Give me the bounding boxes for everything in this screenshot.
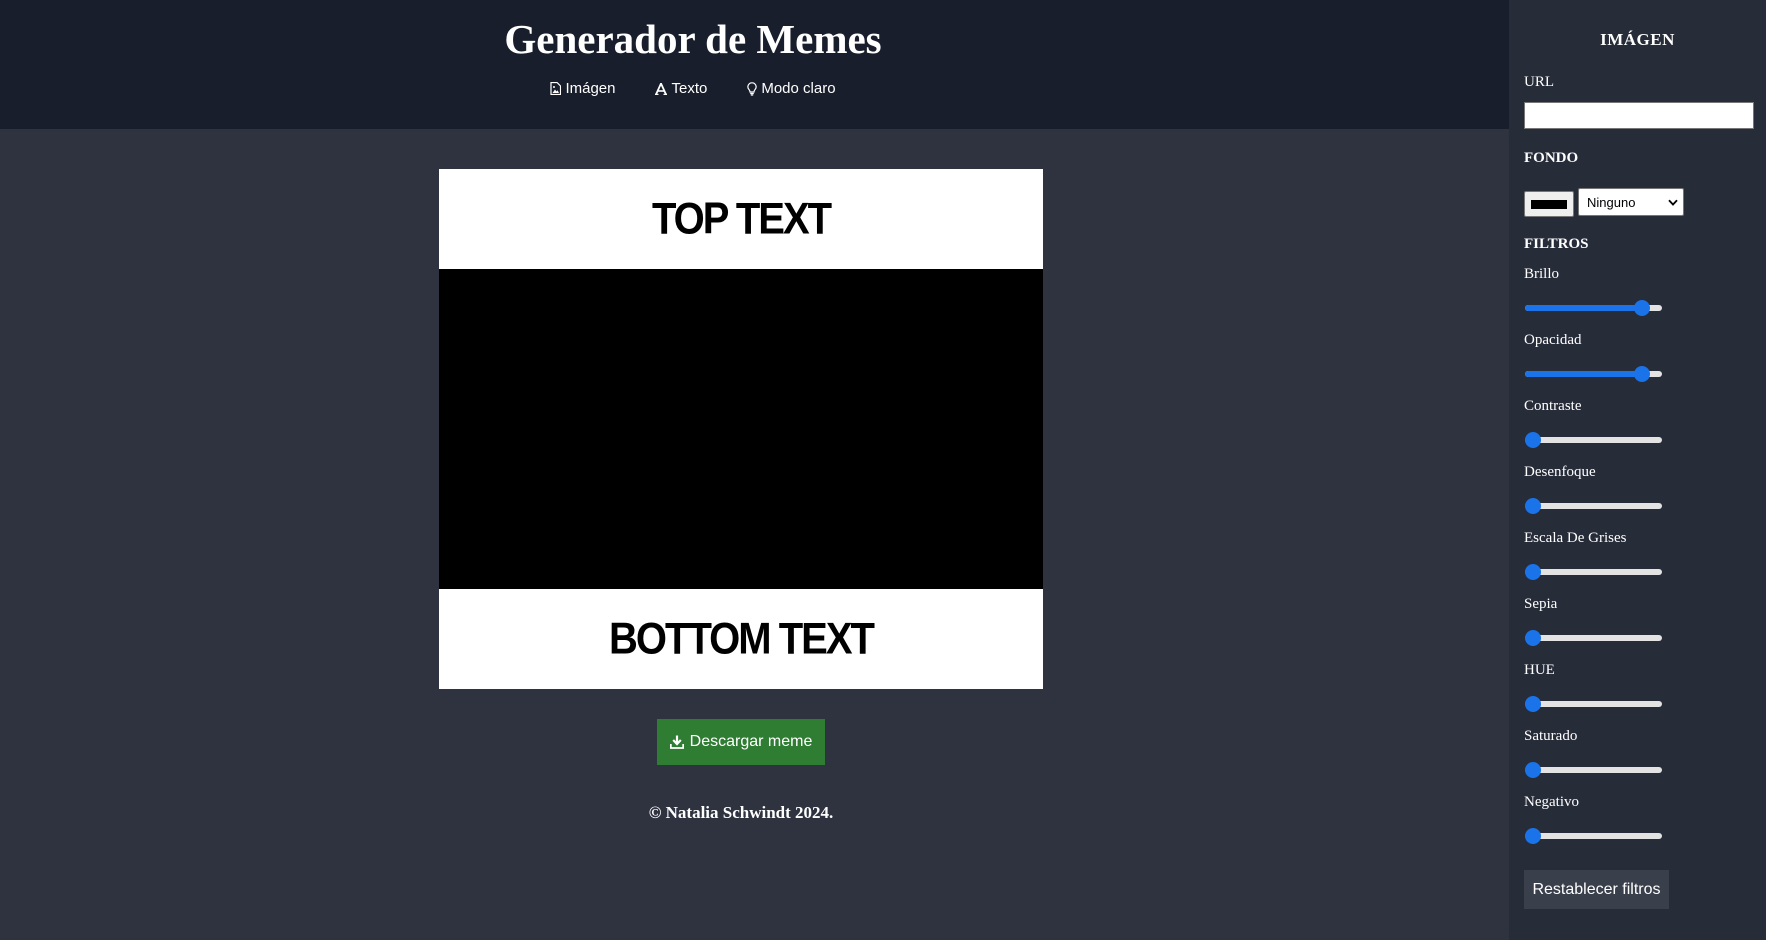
slider-thumb[interactable]: [1525, 828, 1541, 844]
filter-label-3: Desenfoque: [1524, 464, 1596, 480]
slider-fill: [1525, 305, 1642, 311]
text-a-icon: [655, 82, 668, 95]
app-title: Generador de Memes: [504, 16, 882, 62]
nav-item-modo-claro[interactable]: Modo claro: [747, 80, 836, 97]
filter-slider-7[interactable]: [1525, 762, 1662, 778]
filter-slider-5[interactable]: [1525, 630, 1662, 646]
image-panel: IMÁGEN URL FONDO Ninguno FILTROS Brillo O…: [1509, 0, 1766, 940]
meme-top-text-box: TOP TEXT: [439, 169, 1043, 269]
slider-track: [1525, 635, 1662, 641]
color-swatch: [1531, 199, 1567, 209]
image-file-icon: [550, 82, 562, 95]
meme-bottom-text: BOTTOM TEXT: [609, 613, 875, 664]
slider-thumb[interactable]: [1525, 564, 1541, 580]
filter-slider-8[interactable]: [1525, 828, 1662, 844]
blend-mode-select[interactable]: Ninguno: [1578, 188, 1684, 216]
footer-copyright: © Natalia Schwindt 2024.: [648, 803, 834, 822]
filter-slider-6[interactable]: [1525, 696, 1662, 712]
url-input[interactable]: [1524, 102, 1754, 129]
reset-filters-button[interactable]: Restablecer filtros: [1524, 870, 1669, 909]
slider-track: [1525, 503, 1662, 509]
filter-slider-3[interactable]: [1525, 498, 1662, 514]
nav-item-label: Modo claro: [761, 80, 836, 97]
slider-track: [1525, 569, 1662, 575]
header: Generador de Memes Imágen Texto Modo cla: [0, 0, 1509, 129]
meme-canvas: TOP TEXT BOTTOM TEXT: [439, 169, 1043, 689]
meme-image: [439, 269, 1043, 589]
filter-label-5: Sepia: [1524, 596, 1558, 612]
background-color-picker[interactable]: [1524, 191, 1574, 217]
background-label: FONDO: [1524, 150, 1579, 166]
nav-item-label: Imágen: [565, 80, 616, 97]
nav-item-label: Texto: [671, 80, 708, 97]
filter-label-6: HUE: [1524, 662, 1555, 678]
lightbulb-icon: [747, 81, 758, 96]
filter-slider-2[interactable]: [1525, 432, 1662, 448]
panel-title: IMÁGEN: [1600, 30, 1675, 49]
url-label: URL: [1524, 74, 1554, 90]
slider-thumb[interactable]: [1525, 630, 1541, 646]
filter-label-4: Escala De Grises: [1524, 530, 1627, 546]
filter-label-8: Negativo: [1524, 794, 1579, 810]
slider-fill: [1525, 371, 1642, 377]
nav-item-imagen[interactable]: Imágen: [550, 80, 615, 97]
slider-thumb[interactable]: [1525, 432, 1541, 448]
slider-thumb[interactable]: [1633, 300, 1650, 316]
slider-track: [1525, 767, 1662, 773]
slider-track: [1525, 833, 1662, 839]
meme-top-text: TOP TEXT: [651, 193, 832, 244]
slider-track: [1525, 437, 1662, 443]
slider-thumb[interactable]: [1633, 366, 1650, 382]
filter-slider-0[interactable]: [1525, 300, 1662, 316]
download-icon: [669, 735, 684, 749]
slider-track: [1525, 701, 1662, 707]
slider-thumb[interactable]: [1525, 498, 1541, 514]
filter-slider-1[interactable]: [1525, 366, 1662, 382]
download-meme-button[interactable]: Descargar meme: [657, 719, 825, 765]
top-nav: Imágen Texto Modo claro: [0, 80, 1386, 97]
filter-slider-4[interactable]: [1525, 564, 1662, 580]
filter-label-7: Saturado: [1524, 728, 1578, 744]
nav-item-texto[interactable]: Texto: [655, 80, 707, 97]
download-meme-label: Descargar meme: [689, 733, 813, 750]
blend-mode-selected: Ninguno: [1587, 194, 1636, 210]
filter-label-1: Opacidad: [1524, 332, 1582, 348]
filter-label-0: Brillo: [1524, 266, 1560, 282]
filter-label-2: Contraste: [1524, 398, 1582, 414]
chevron-down-icon: [1668, 199, 1678, 206]
filters-label: FILTROS: [1524, 236, 1589, 252]
slider-thumb[interactable]: [1525, 696, 1541, 712]
meme-bottom-text-box: BOTTOM TEXT: [439, 589, 1043, 689]
slider-thumb[interactable]: [1525, 762, 1541, 778]
